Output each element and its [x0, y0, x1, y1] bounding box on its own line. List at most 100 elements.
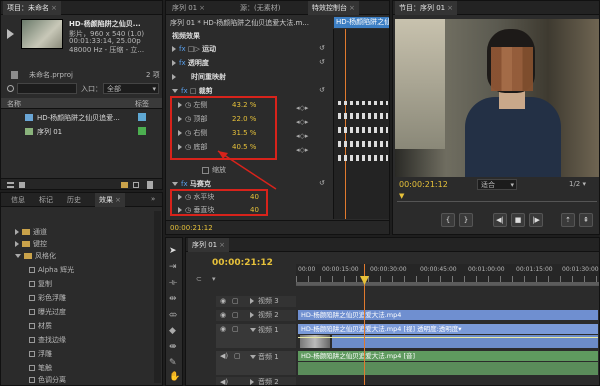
new-item-icon[interactable]: [133, 182, 139, 188]
extract-button[interactable]: ⇞: [579, 213, 593, 227]
eye-icon[interactable]: ◉: [220, 310, 226, 321]
work-area-bar[interactable]: [296, 282, 599, 285]
step-forward-button[interactable]: |▶: [529, 213, 543, 227]
mark-out-button[interactable]: }: [459, 213, 473, 227]
tab-markers[interactable]: 标记: [35, 193, 57, 207]
step-back-button[interactable]: ◀|: [493, 213, 507, 227]
list-item[interactable]: 浮雕: [29, 349, 162, 360]
tab-info[interactable]: 信息: [7, 193, 29, 207]
list-item[interactable]: 键控: [15, 239, 162, 250]
item-label: 键控: [33, 240, 47, 248]
snap-icon[interactable]: ⊂: [196, 275, 202, 283]
track-header-a1[interactable]: ◀) ▢ 音频 1: [216, 351, 296, 375]
list-item[interactable]: 风格化: [15, 251, 162, 262]
pen-icon[interactable]: ✎: [169, 358, 177, 368]
icon-view-icon[interactable]: [19, 182, 25, 188]
selection-tool-icon[interactable]: ➤: [169, 246, 177, 256]
list-item[interactable]: 通道: [15, 227, 162, 238]
lift-button[interactable]: ⇡: [561, 213, 575, 227]
razor-icon[interactable]: ◆: [169, 326, 176, 336]
timeline-timecode[interactable]: 00:00:21:12: [212, 258, 273, 268]
search-input[interactable]: [17, 83, 77, 94]
trash-icon[interactable]: [147, 181, 153, 189]
new-bin-icon[interactable]: [121, 182, 128, 188]
close-icon[interactable]: ×: [51, 4, 57, 12]
col-name[interactable]: 名称: [7, 99, 21, 109]
close-icon[interactable]: ×: [115, 196, 121, 204]
fit-select[interactable]: 适合 ▾: [477, 179, 517, 190]
expand-icon[interactable]: [15, 229, 19, 235]
tag-swatch[interactable]: [138, 127, 146, 135]
lock-icon[interactable]: ▢: [234, 352, 241, 360]
track-header-v2[interactable]: ◉ ▢ 视频 2: [216, 310, 296, 321]
ratio-select[interactable]: 1/2 ▾: [569, 179, 595, 190]
lock-icon[interactable]: ▢: [232, 296, 239, 307]
scrollbar[interactable]: [154, 211, 161, 383]
speaker-icon[interactable]: ◀): [220, 352, 228, 360]
list-item[interactable]: 曝光过度: [29, 307, 162, 318]
timecode[interactable]: 00:00:21:12: [170, 224, 213, 232]
program-tabbar: 节目：序列 01 ×: [393, 1, 599, 15]
eye-icon[interactable]: ◉: [220, 325, 226, 333]
chevron-right-icon[interactable]: »: [151, 195, 155, 203]
collapse-icon[interactable]: [250, 328, 256, 332]
clip-video-2[interactable]: HD-杨颜陷阱之仙贝追爱大法.mp4: [298, 310, 598, 320]
list-item[interactable]: 笔触: [29, 363, 162, 374]
list-item[interactable]: 彩色浮雕: [29, 293, 162, 304]
time-ruler[interactable]: 00:00 00:00:15:00 00:00:30:00 00:00:45:0…: [296, 264, 599, 286]
expand-icon[interactable]: [15, 241, 19, 247]
expand-icon[interactable]: [250, 379, 254, 385]
item-label: 笔触: [38, 364, 52, 372]
playhead[interactable]: [360, 264, 369, 385]
lock-icon[interactable]: ▢: [232, 310, 239, 321]
clip-video-1[interactable]: HD-杨颜陷阱之仙贝追爱大法.mp4 [视] 透明度:透明度▾: [298, 324, 598, 334]
speaker-icon[interactable]: ◀): [220, 377, 228, 385]
clip-thumbnail: [21, 19, 63, 49]
tab-project[interactable]: 项目：未命名 ×: [3, 1, 61, 15]
track-header-a2[interactable]: ◀) 音频 2: [216, 377, 296, 385]
ripple-edit-icon[interactable]: ⟛: [169, 278, 177, 288]
entry-select[interactable]: 全部 ▾: [103, 83, 159, 94]
clip-audio-1[interactable]: HD-杨颜陷阱之仙贝追爱大法.mp4 [音]: [298, 351, 598, 361]
playhead-marker[interactable]: ▼: [399, 192, 404, 200]
folder-icon: [22, 241, 30, 247]
eye-icon[interactable]: ◉: [220, 296, 226, 307]
tab-history[interactable]: 历史: [63, 193, 85, 207]
tab-sequence-timeline[interactable]: 序列 01 ×: [188, 238, 230, 252]
list-item[interactable]: 序列 01: [1, 125, 162, 138]
collapse-icon[interactable]: [250, 355, 256, 359]
list-view-icon[interactable]: [7, 182, 14, 188]
search-icon[interactable]: [7, 85, 14, 92]
track-header-v3[interactable]: ◉ ▢ 视频 3: [216, 296, 296, 307]
effect-controls-footer: 00:00:21:12: [166, 220, 389, 234]
track-header-v1[interactable]: ◉ ▢ 视频 1: [216, 324, 296, 348]
video-frame: [395, 19, 599, 177]
close-icon[interactable]: ×: [219, 241, 225, 249]
expand-icon[interactable]: [250, 298, 254, 304]
list-item[interactable]: 材质: [29, 321, 162, 332]
list-item[interactable]: 复制: [29, 279, 162, 290]
slip-icon[interactable]: ⇼: [169, 342, 177, 352]
monitor-timecode[interactable]: 00:00:21:12: [399, 180, 448, 189]
track-select-icon[interactable]: ⇥: [169, 262, 177, 272]
tab-program[interactable]: 节目：序列 01 ×: [395, 1, 458, 15]
list-item[interactable]: Alpha 辉光: [29, 265, 162, 276]
list-item[interactable]: HD-杨颜陷阱之仙贝追爱...: [1, 111, 162, 124]
tag-swatch[interactable]: [138, 113, 146, 121]
hand-icon[interactable]: ✋: [169, 372, 180, 382]
rate-stretch-icon[interactable]: ⤄: [169, 310, 177, 320]
stop-button[interactable]: ■: [511, 213, 525, 227]
col-tag[interactable]: 标签: [135, 99, 149, 109]
close-icon[interactable]: ×: [447, 4, 453, 12]
play-icon[interactable]: [7, 29, 14, 39]
lock-icon[interactable]: ▢: [232, 325, 239, 333]
tab-effects[interactable]: 效果 ×: [95, 193, 125, 207]
list-item[interactable]: 色调分离: [29, 375, 162, 385]
marker-icon[interactable]: ▾: [212, 275, 216, 283]
rolling-edit-icon[interactable]: ⇹: [169, 294, 177, 304]
opacity-line[interactable]: [298, 337, 598, 338]
collapse-icon[interactable]: [15, 254, 21, 258]
expand-icon[interactable]: [250, 312, 254, 318]
list-item[interactable]: 查找边缘: [29, 335, 162, 346]
mark-in-button[interactable]: {: [441, 213, 455, 227]
